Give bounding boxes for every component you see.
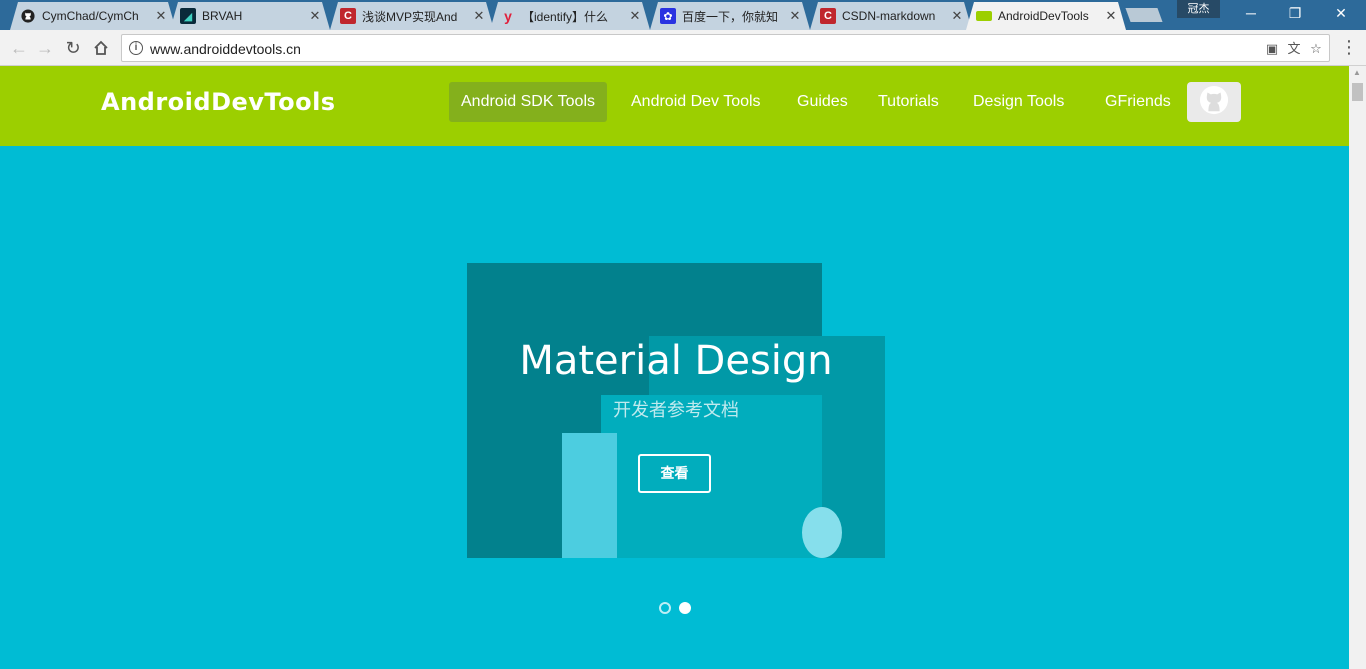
nav-gfriends[interactable]: GFriends xyxy=(1093,82,1183,122)
profile-button[interactable]: 冠杰 xyxy=(1177,0,1220,18)
new-tab-button[interactable] xyxy=(1125,8,1163,22)
info-icon[interactable]: i xyxy=(129,41,143,55)
address-bar[interactable]: i www.androiddevtools.cn ▣ 文 ☆ xyxy=(121,34,1330,62)
tab-title: 百度一下，你就知 xyxy=(682,9,779,24)
tab-title: CymChad/CymCh xyxy=(42,9,139,23)
nav-guides[interactable]: Guides xyxy=(785,82,860,122)
baidu-icon: ✿ xyxy=(660,8,676,24)
scroll-up-icon[interactable]: ▲ xyxy=(1353,68,1361,77)
tab-csdn-markdown[interactable]: C CSDN-markdown ✕ xyxy=(810,2,972,30)
csdn-icon: C xyxy=(820,8,836,24)
csdn-icon: C xyxy=(340,8,356,24)
tab-title: 【identify】什么 xyxy=(522,9,609,24)
github-icon xyxy=(1199,85,1229,120)
github-link-button[interactable] xyxy=(1187,82,1241,122)
nav-tutorials[interactable]: Tutorials xyxy=(866,82,951,122)
blocked-popup-icon[interactable]: ▣ xyxy=(1264,41,1280,57)
translate-icon[interactable]: 文 xyxy=(1286,41,1302,57)
youdao-icon: y xyxy=(504,8,512,24)
close-icon[interactable]: ✕ xyxy=(950,8,964,24)
back-icon[interactable]: ← xyxy=(8,37,30,59)
page-viewport: AndroidDevTools Android SDK Tools Androi… xyxy=(0,66,1349,669)
carousel-dot-2[interactable] xyxy=(679,602,691,614)
hero-illustration-bar xyxy=(562,433,617,558)
tab-baidu[interactable]: ✿ 百度一下，你就知 ✕ xyxy=(650,2,810,30)
close-icon[interactable]: ✕ xyxy=(154,8,168,24)
tab-brvah[interactable]: ◢ BRVAH ✕ xyxy=(170,2,330,30)
close-icon[interactable]: ✕ xyxy=(308,8,322,24)
close-icon[interactable]: ✕ xyxy=(472,8,486,24)
tab-csdn-mvp[interactable]: C 浅谈MVP实现And ✕ xyxy=(330,2,494,30)
tab-github[interactable]: CymChad/CymCh ✕ xyxy=(10,2,176,30)
page-scrollbar[interactable]: ▲ xyxy=(1349,66,1366,669)
tab-title: AndroidDevTools xyxy=(998,9,1089,23)
tab-youdao[interactable]: y 【identify】什么 ✕ xyxy=(490,2,650,30)
minimize-icon[interactable]: ─ xyxy=(1228,0,1274,26)
restore-icon[interactable]: ❐ xyxy=(1272,0,1318,26)
site-header: AndroidDevTools Android SDK Tools Androi… xyxy=(0,66,1349,146)
nav-design-tools[interactable]: Design Tools xyxy=(961,82,1076,122)
tab-strip: CymChad/CymCh ✕ ◢ BRVAH ✕ C 浅谈MVP实现And ✕… xyxy=(0,0,1366,30)
site-logo[interactable]: AndroidDevTools xyxy=(101,88,336,116)
nav-android-dev-tools[interactable]: Android Dev Tools xyxy=(619,82,773,122)
hero-subtitle: 开发者参考文档 xyxy=(613,400,739,420)
address-url[interactable]: www.androiddevtools.cn xyxy=(150,41,301,57)
browser-toolbar: ← → ↻ i www.androiddevtools.cn ▣ 文 ☆ ⋮ xyxy=(0,30,1366,66)
androiddevtools-icon xyxy=(976,11,992,21)
tab-title: 浅谈MVP实现And xyxy=(362,9,458,24)
brvah-icon: ◢ xyxy=(180,8,196,24)
view-button[interactable]: 查看 xyxy=(638,454,711,493)
bookmark-star-icon[interactable]: ☆ xyxy=(1308,41,1324,57)
nav-android-sdk-tools[interactable]: Android SDK Tools xyxy=(449,82,607,122)
tab-androiddevtools[interactable]: AndroidDevTools ✕ xyxy=(966,2,1126,30)
hero-title: Material Design xyxy=(519,338,833,384)
close-window-icon[interactable]: ✕ xyxy=(1318,0,1364,26)
github-icon xyxy=(20,8,36,24)
forward-icon[interactable]: → xyxy=(34,37,56,59)
browser-menu-icon[interactable]: ⋮ xyxy=(1340,38,1358,58)
tab-title: CSDN-markdown xyxy=(842,9,936,23)
reload-icon[interactable]: ↻ xyxy=(62,37,84,59)
close-icon[interactable]: ✕ xyxy=(628,8,642,24)
close-icon[interactable]: ✕ xyxy=(788,8,802,24)
hero-illustration-oval xyxy=(802,507,842,558)
home-icon[interactable] xyxy=(90,37,112,59)
tab-title: BRVAH xyxy=(202,9,243,23)
carousel-dot-1[interactable] xyxy=(659,602,671,614)
scrollbar-thumb[interactable] xyxy=(1352,83,1363,101)
close-icon[interactable]: ✕ xyxy=(1104,8,1118,24)
